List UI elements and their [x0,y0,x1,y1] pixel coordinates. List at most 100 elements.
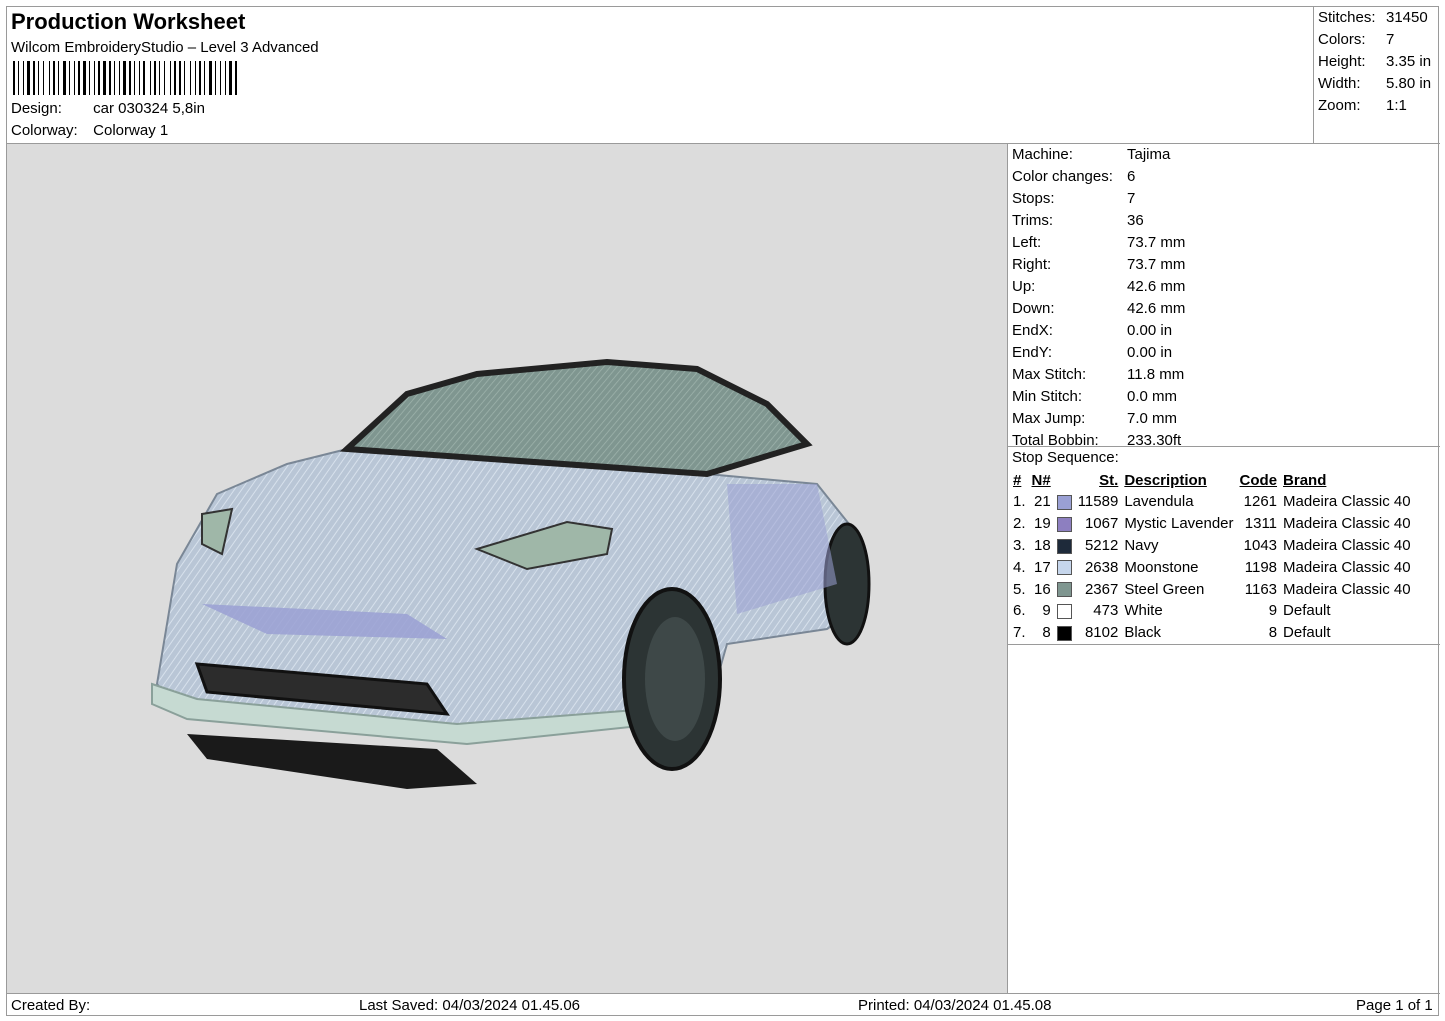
info-value: 73.7 mm [1127,234,1186,251]
row-code: 9 [1268,602,1278,620]
row-description: Moonstone [1124,558,1199,576]
thread-color-swatch [1056,538,1072,554]
info-label: Max Jump: [1012,410,1086,427]
stat-label: Zoom: [1318,97,1361,114]
colorway-label: Colorway: [11,122,78,139]
table-row: 2. 19 1067 Mystic Lavender 1311 Madeira Class… [1010,513,1414,535]
row-brand: Madeira Classic 40 [1283,536,1411,554]
color-swatch [1054,622,1075,644]
table-row: 1. 21 11589 Lavendula 1261 Madeira Classic 40 [1010,491,1414,513]
row-brand: Madeira Classic 40 [1283,515,1411,533]
row-index: 4. [1013,558,1026,576]
width-row: Width: 5.80 in [1318,74,1431,96]
info-label: Right: [1012,256,1052,273]
row-code: 1198 [1244,558,1278,576]
info-row: Up: 42.6 mm [1012,277,1185,299]
row-index: 5. [1013,580,1026,598]
info-label: Color changes: [1012,168,1113,185]
info-label: Down: [1012,300,1055,317]
stat-value: 5.80 in [1386,75,1432,92]
colors-row: Colors: 7 [1318,30,1394,52]
row-description: Black [1124,624,1161,642]
table-row: 4. 17 2638 Moonstone 1198 Madeira Classic 40 [1010,556,1414,578]
row-index: 1. [1013,493,1026,511]
info-row: Stops: 7 [1012,189,1135,211]
stat-value: 3.35 in [1386,53,1432,70]
info-row: Color changes: 6 [1012,167,1135,189]
info-row: Max Jump: 7.0 mm [1012,409,1177,431]
col-swatch [1054,469,1075,491]
design-summary: Stitches: 31450 Colors: 7 Height: 3.35 in W… [1314,7,1440,144]
row-code: 1311 [1244,515,1278,533]
info-value: 36 [1127,212,1144,229]
printed-date: Printed: 04/03/2024 01.45.08 [858,997,1052,1014]
info-value: 7 [1127,190,1136,207]
colorway-row: Colorway: Colorway 1 [11,122,168,139]
row-code: 8 [1268,624,1278,642]
table-header-row: # N# St. Description Code Brand [1010,469,1414,491]
row-needle: 16 [1034,580,1051,598]
info-value: 7.0 mm [1127,410,1178,427]
thread-color-swatch [1056,582,1072,598]
row-needle: 21 [1034,493,1051,511]
stat-value: 1:1 [1386,97,1407,114]
table-row: 5. 16 2367 Steel Green 1163 Madeira Classic 4… [1010,578,1414,600]
row-brand: Default [1283,602,1331,620]
color-swatch [1054,578,1075,600]
created-by: Created By: [11,997,91,1014]
info-value: 73.7 mm [1127,256,1186,273]
row-needle: 18 [1034,536,1051,554]
row-stitches: 473 [1093,602,1119,620]
info-value: 42.6 mm [1127,300,1186,317]
row-index: 2. [1013,515,1026,533]
row-code: 1043 [1243,536,1278,554]
info-value: 0.0 mm [1127,388,1178,405]
row-index: 7. [1013,624,1026,642]
stat-value: 7 [1386,31,1395,48]
table-row: 3. 18 5212 Navy 1043 Madeira Classic 40 [1010,535,1414,557]
section-divider [1008,644,1440,645]
row-needle: 8 [1042,624,1051,642]
info-row: Min Stitch: 0.0 mm [1012,387,1177,409]
stat-value: 31450 [1386,9,1428,26]
info-label: Trims: [1012,212,1054,229]
col-stitches: St. [1099,471,1119,489]
info-label: Machine: [1012,146,1073,163]
design-preview [7,144,1008,993]
row-index: 3. [1013,536,1026,554]
production-worksheet: Production Worksheet Wilcom EmbroiderySt… [6,6,1440,1017]
info-value: 0.00 in [1127,322,1173,339]
stop-sequence-title: Stop Sequence: [1012,449,1119,466]
row-needle: 9 [1042,602,1051,620]
software-name: Wilcom EmbroideryStudio – Level 3 Advanc… [11,39,319,56]
color-swatch [1054,535,1075,557]
design-row: Design: car 030324 5,8in [11,100,205,117]
page-title: Production Worksheet [11,9,246,34]
info-label: EndX: [1012,322,1053,339]
worksheet-footer: Created By: Last Saved: 04/03/2024 01.45… [7,993,1440,1017]
info-row: Trims: 36 [1012,211,1144,233]
info-label: Left: [1012,234,1042,251]
barcode-image [13,61,237,95]
info-row: Right: 73.7 mm [1012,255,1185,277]
info-row: EndY: 0.00 in [1012,343,1172,365]
col-brand: Brand [1283,471,1327,489]
table-row: 7. 8 8102 Black 8 Default [1010,622,1414,644]
info-row: Max Stitch: 11.8 mm [1012,365,1184,387]
height-row: Height: 3.35 in [1318,52,1431,74]
info-row: Machine: Tajima [1012,145,1170,167]
thread-color-swatch [1056,625,1072,641]
color-swatch [1054,600,1075,622]
colorway-value: Colorway 1 [93,122,169,139]
info-value: 0.00 in [1127,344,1173,361]
stitches-row: Stitches: 31450 [1318,8,1428,30]
zoom-row: Zoom: 1:1 [1318,96,1407,118]
row-needle: 17 [1034,558,1051,576]
row-brand: Madeira Classic 40 [1283,580,1411,598]
info-label: Total Bobbin: [1012,432,1099,449]
stat-label: Stitches: [1318,9,1376,26]
worksheet-header: Production Worksheet Wilcom EmbroiderySt… [7,7,1314,144]
row-index: 6. [1013,602,1026,620]
info-value: Tajima [1127,146,1171,163]
last-saved: Last Saved: 04/03/2024 01.45.06 [359,997,581,1014]
